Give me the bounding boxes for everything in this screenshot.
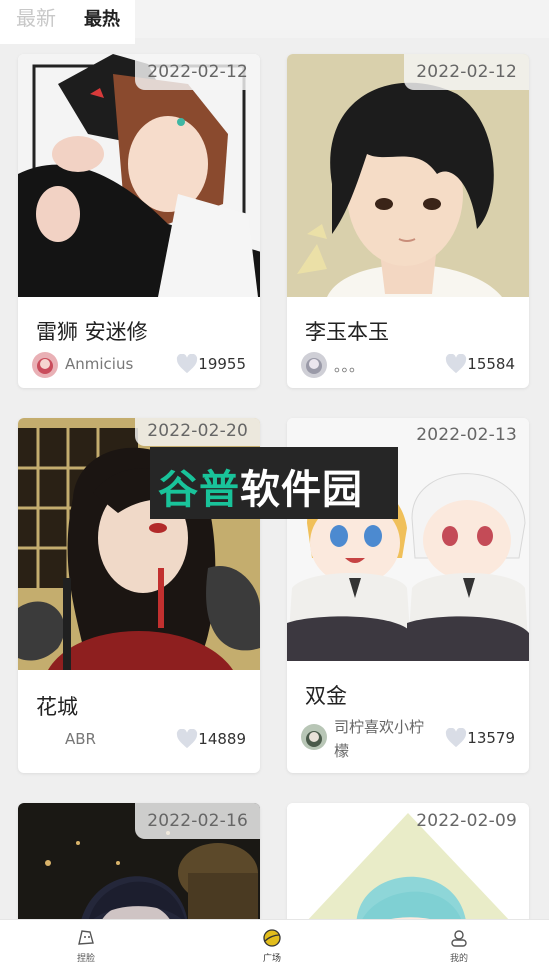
date-badge: 2022-02-16: [135, 803, 260, 839]
artwork-thumbnail[interactable]: 2022-02-12: [287, 54, 529, 297]
author-avatar[interactable]: [32, 352, 58, 378]
nav-square-label: 广场: [262, 954, 281, 964]
heart-icon[interactable]: [445, 728, 467, 748]
card-title: 李玉本玉: [305, 320, 389, 344]
nav-explore[interactable]: 捏脸: [56, 920, 116, 968]
face-sketch-icon: [78, 930, 94, 945]
card-title: 花城: [36, 695, 78, 719]
planet-icon: [263, 929, 281, 947]
author-row: ABR 14889: [32, 725, 246, 755]
heart-icon[interactable]: [445, 354, 467, 374]
date-badge: 2022-02-20: [135, 418, 260, 446]
nav-mine-label: 我的: [449, 954, 468, 964]
author-avatar[interactable]: [301, 724, 327, 750]
heart-icon[interactable]: [176, 729, 198, 749]
like-count: 13579: [467, 729, 515, 747]
author-name[interactable]: Anmicius: [65, 355, 133, 373]
author-row: 。。。 15584: [301, 350, 515, 380]
like-count: 15584: [467, 355, 515, 373]
card-title: 双金: [305, 684, 347, 708]
like-count: 14889: [198, 730, 246, 748]
top-tab-bar: 最新 最热: [0, 0, 549, 44]
nav-square[interactable]: 广场: [242, 920, 302, 968]
author-row: 司柠喜欢小柠 檬 13579: [301, 716, 515, 762]
bottom-nav: 捏脸 广场 我的: [0, 919, 549, 968]
watermark-logo: 谷普软件园: [150, 447, 398, 519]
watermark-part1: 谷普: [158, 467, 240, 513]
date-badge: 2022-02-13: [416, 425, 517, 445]
nav-explore-label: 捏脸: [76, 954, 95, 964]
artwork-card[interactable]: 2022-02-12 李玉本玉 。。。 15584: [287, 54, 529, 388]
like-count: 19955: [198, 355, 246, 373]
artwork-thumbnail[interactable]: 2022-02-12: [18, 54, 260, 297]
artwork-card[interactable]: 2022-02-12 雷狮 安迷修 Anmicius 19955: [18, 54, 260, 388]
tab-latest[interactable]: 最新: [16, 4, 56, 32]
date-badge: 2022-02-12: [135, 54, 260, 90]
watermark-part2: 软件园: [240, 467, 363, 513]
user-icon: [451, 930, 467, 947]
author-name[interactable]: 。。。: [334, 355, 364, 376]
author-name-line1[interactable]: 司柠喜欢小柠: [334, 716, 424, 737]
tab-hot[interactable]: 最热: [84, 6, 120, 34]
watermark-text: 谷普软件园: [158, 457, 363, 515]
author-name-line2[interactable]: 檬: [334, 740, 349, 761]
nav-mine[interactable]: 我的: [429, 920, 489, 968]
card-title: 雷狮 安迷修: [36, 320, 148, 344]
author-avatar[interactable]: [301, 352, 327, 378]
date-badge: 2022-02-12: [404, 54, 529, 90]
author-row: Anmicius 19955: [32, 350, 246, 380]
author-name[interactable]: ABR: [65, 730, 96, 748]
date-badge: 2022-02-09: [416, 811, 517, 831]
heart-icon[interactable]: [176, 354, 198, 374]
